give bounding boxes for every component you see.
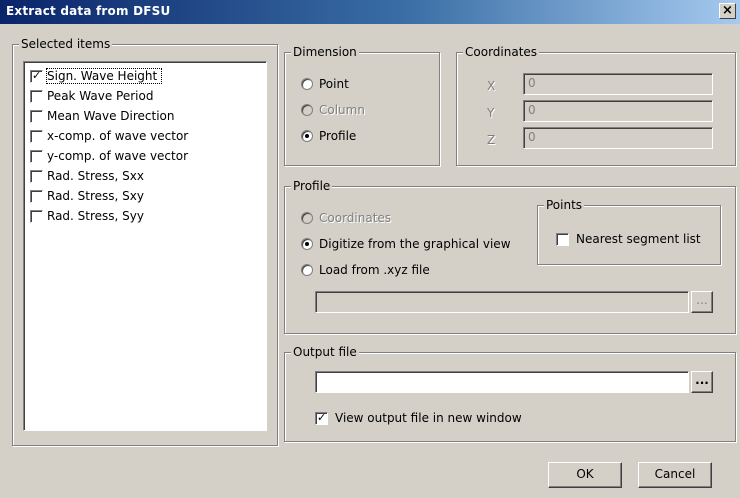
checkbox-label: View output file in new window [335, 411, 522, 425]
dimension-legend: Dimension [291, 45, 359, 59]
item-label: x-comp. of wave vector [47, 129, 189, 143]
list-item[interactable]: Rad. Stress, Syy [26, 206, 264, 226]
nearest-segment-checkbox[interactable]: Nearest segment list [556, 232, 701, 246]
list-item[interactable]: Rad. Stress, Sxx [26, 166, 264, 186]
item-label: Sign. Wave Height [45, 68, 163, 84]
selected-items-list[interactable]: ✓ Sign. Wave Height Peak Wave Period Mea… [23, 61, 267, 431]
points-group: Points Nearest segment list [537, 198, 721, 265]
output-file-legend: Output file [291, 345, 359, 359]
item-checkbox[interactable]: ✓ [30, 68, 43, 83]
ok-button[interactable]: OK [548, 462, 622, 488]
list-item[interactable]: x-comp. of wave vector [26, 126, 264, 146]
points-legend: Points [544, 198, 585, 212]
list-item[interactable]: ✓ Sign. Wave Height [26, 66, 264, 86]
radio-label: Column [319, 103, 365, 117]
radio-circle [301, 212, 313, 224]
output-file-field[interactable] [315, 371, 689, 393]
coordinates-group: Coordinates X 0 Y 0 Z 0 [456, 45, 736, 166]
title-bar: Extract data from DFSU × [0, 0, 740, 24]
radio-circle [301, 104, 313, 116]
item-label: y-comp. of wave vector [47, 149, 189, 163]
dimension-point-radio[interactable]: Point [301, 77, 349, 91]
cancel-button[interactable]: Cancel [638, 462, 712, 488]
close-icon: × [722, 3, 733, 18]
item-label: Rad. Stress, Syy [47, 209, 145, 223]
output-file-group: Output file ... ✓ View output file in ne… [284, 345, 736, 442]
radio-selected-dot [305, 134, 309, 138]
dimension-profile-radio[interactable]: Profile [301, 129, 356, 143]
radio-circle[interactable] [301, 78, 313, 90]
profile-group: Profile Coordinates Digitize from the gr… [284, 179, 736, 334]
selected-items-group: Selected items ✓ Sign. Wave Height Peak … [12, 37, 278, 446]
output-browse-button[interactable]: ... [691, 371, 713, 393]
selected-items-legend: Selected items [19, 37, 113, 51]
list-item[interactable]: Peak Wave Period [26, 86, 264, 106]
checkmark-icon: ✓ [32, 68, 42, 82]
dimension-group: Dimension Point Column Profile [284, 45, 440, 166]
list-item[interactable]: Rad. Stress, Sxy [26, 186, 264, 206]
item-checkbox[interactable] [30, 109, 43, 123]
item-checkbox[interactable] [30, 169, 43, 183]
item-checkbox[interactable] [30, 189, 43, 203]
radio-label: Load from .xyz file [319, 263, 430, 277]
checkbox-label: Nearest segment list [576, 232, 701, 246]
z-field: 0 [523, 127, 713, 149]
y-field: 0 [523, 100, 713, 122]
item-label: Rad. Stress, Sxx [47, 169, 145, 183]
list-item[interactable]: Mean Wave Direction [26, 106, 264, 126]
profile-coordinates-radio: Coordinates [301, 211, 391, 225]
profile-legend: Profile [291, 179, 333, 193]
radio-selected-dot [305, 242, 309, 246]
item-checkbox[interactable] [30, 89, 43, 103]
item-checkbox[interactable] [30, 129, 43, 143]
checkbox-box[interactable] [556, 232, 569, 246]
radio-label: Profile [319, 129, 357, 143]
item-label: Mean Wave Direction [47, 109, 175, 123]
coordinates-legend: Coordinates [463, 45, 540, 59]
dimension-column-radio: Column [301, 103, 365, 117]
xyz-browse-button: ... [691, 291, 713, 313]
window-title: Extract data from DFSU [6, 4, 171, 18]
profile-digitize-radio[interactable]: Digitize from the graphical view [301, 237, 511, 251]
z-label: Z [487, 133, 496, 147]
x-field: 0 [523, 73, 713, 95]
item-checkbox[interactable] [30, 149, 43, 163]
list-item[interactable]: y-comp. of wave vector [26, 146, 264, 166]
checkbox-box[interactable]: ✓ [315, 410, 328, 425]
radio-label: Coordinates [319, 211, 392, 225]
item-checkbox[interactable] [30, 209, 43, 223]
radio-circle[interactable] [301, 264, 313, 276]
y-label: Y [487, 106, 495, 120]
x-label: X [487, 79, 496, 93]
radio-circle[interactable] [301, 238, 313, 250]
close-button[interactable]: × [719, 3, 736, 19]
view-output-checkbox[interactable]: ✓ View output file in new window [315, 411, 522, 425]
checkmark-icon: ✓ [317, 410, 327, 424]
profile-load-xyz-radio[interactable]: Load from .xyz file [301, 263, 430, 277]
radio-label: Digitize from the graphical view [319, 237, 511, 251]
item-label: Rad. Stress, Sxy [47, 189, 145, 203]
item-label: Peak Wave Period [47, 89, 154, 103]
radio-circle[interactable] [301, 130, 313, 142]
xyz-file-field [315, 291, 689, 313]
radio-label: Point [319, 77, 349, 91]
